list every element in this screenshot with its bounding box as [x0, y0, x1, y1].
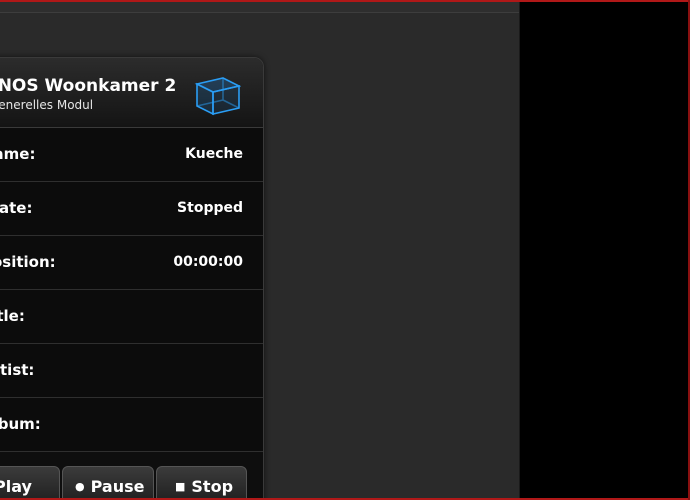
stop-button[interactable]: ■ Stop: [156, 466, 247, 500]
content-divider: [519, 2, 520, 498]
state-label: State:: [0, 199, 33, 217]
panel-header: SONOS Woonkamer 2 Generelles Modul: [0, 58, 263, 128]
play-button[interactable]: Play: [0, 466, 60, 500]
artist-label: Artist:: [0, 361, 35, 379]
stop-label: Stop: [191, 477, 234, 496]
name-value: Kueche: [185, 146, 243, 162]
position-value: 00:00:00: [173, 254, 243, 270]
pause-label: Pause: [90, 477, 145, 496]
album-label: Album:: [0, 415, 41, 433]
stop-icon: ■: [175, 480, 186, 493]
row-state: State: Stopped: [0, 182, 263, 236]
state-value: Stopped: [177, 200, 243, 216]
name-label: Name:: [0, 145, 36, 163]
pause-button[interactable]: ● Pause: [62, 466, 154, 500]
row-name: Name: Kueche: [0, 128, 263, 182]
row-artist: Artist:: [0, 344, 263, 398]
row-album: Album:: [0, 398, 263, 452]
position-label: Position:: [0, 253, 56, 271]
row-position: Position: 00:00:00: [0, 236, 263, 290]
panel-subtitle: Generelles Modul: [0, 98, 94, 112]
top-toolbar: [0, 2, 519, 13]
pause-icon: ●: [75, 480, 85, 493]
app-viewport: SONOS Woonkamer 2 Generelles Modul Name:…: [0, 0, 690, 500]
sonos-module-panel: SONOS Woonkamer 2 Generelles Modul Name:…: [0, 57, 264, 500]
panel-title: SONOS Woonkamer 2: [0, 76, 177, 96]
title-label: Title:: [0, 307, 25, 325]
row-title: Title:: [0, 290, 263, 344]
cube-icon: [194, 77, 241, 116]
main-content-area: SONOS Woonkamer 2 Generelles Modul Name:…: [0, 2, 519, 500]
frame-border-top: [0, 0, 690, 2]
play-label: Play: [0, 477, 32, 496]
